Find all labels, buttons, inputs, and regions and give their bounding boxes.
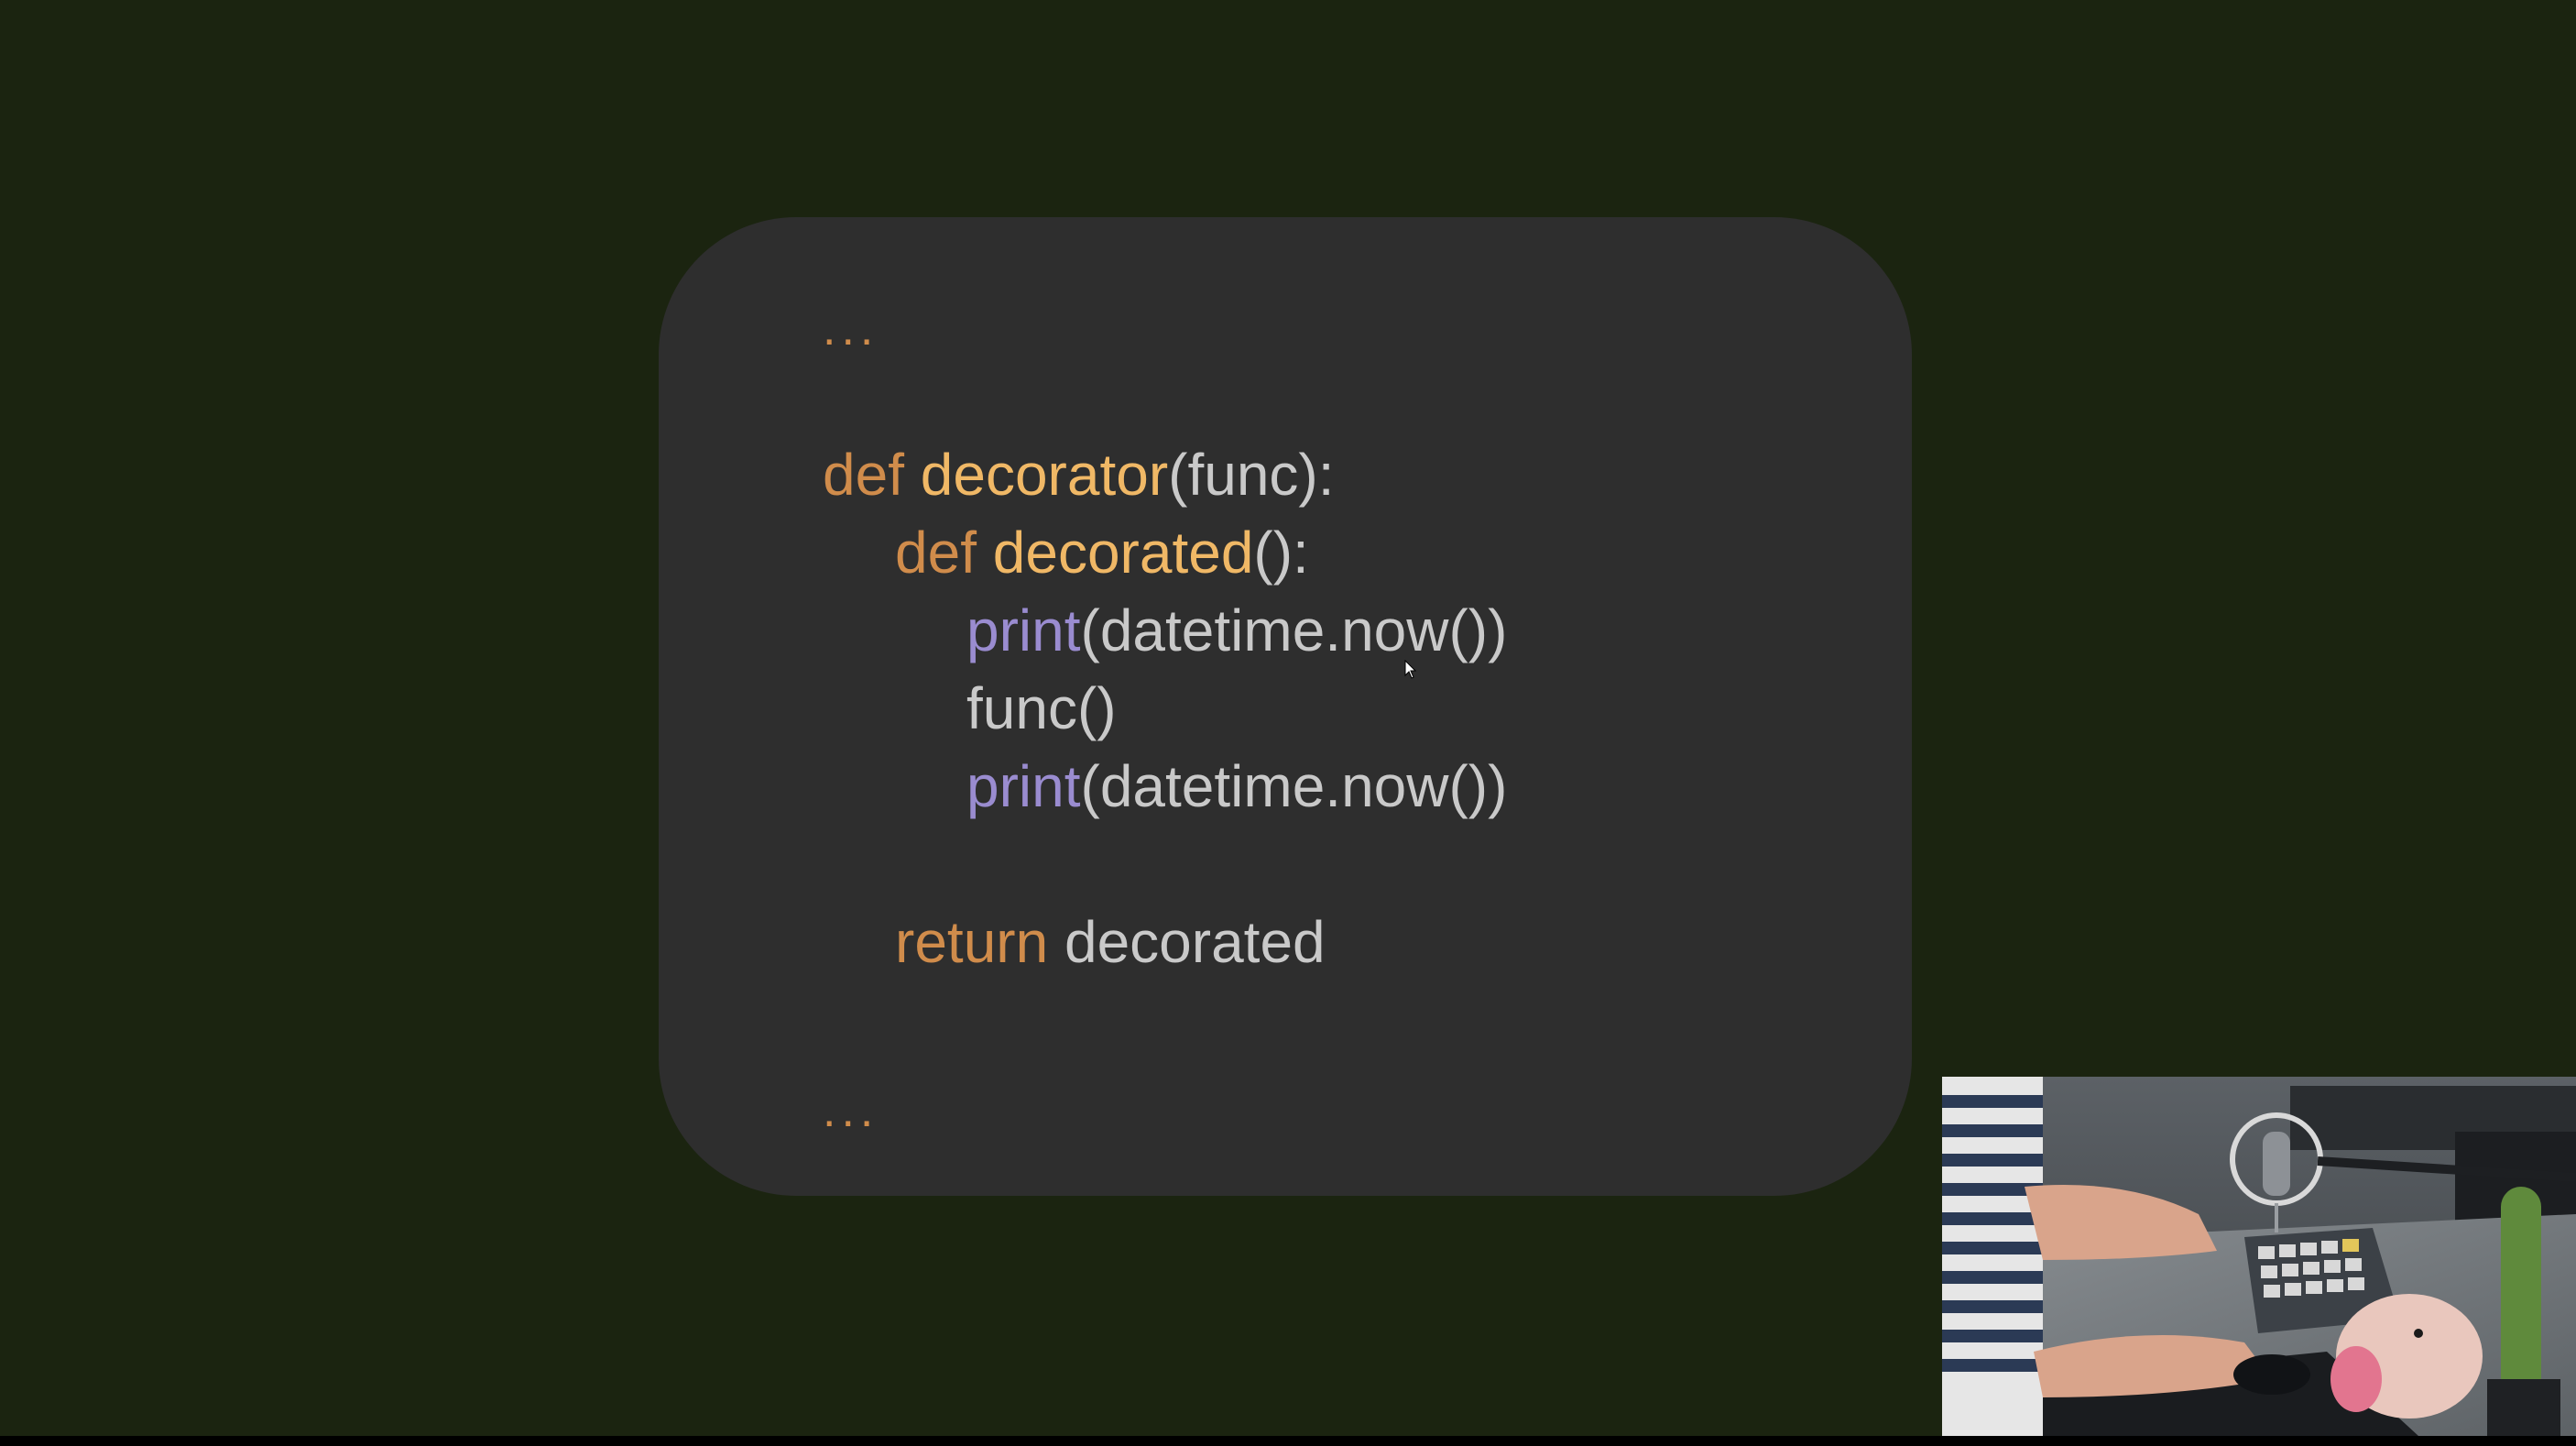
code-line-4: func() bbox=[966, 670, 1117, 747]
function-name-decorated: decorated bbox=[992, 520, 1254, 586]
builtin-print: print bbox=[966, 597, 1081, 663]
code-line-6: return decorated bbox=[895, 904, 1326, 980]
code-call-args: (datetime.now()) bbox=[1080, 753, 1508, 819]
keyword-def: def bbox=[895, 520, 977, 586]
ellipsis-top: ... bbox=[823, 302, 879, 356]
code-params: (): bbox=[1253, 520, 1309, 586]
webcam-overlay bbox=[1942, 1077, 2576, 1436]
webcam-video-frame bbox=[1942, 1077, 2576, 1436]
code-line-3: print(datetime.now()) bbox=[966, 592, 1507, 669]
code-line-2: def decorated(): bbox=[895, 514, 1309, 591]
slide-stage: ... def decorator(func): def decorated()… bbox=[0, 0, 2576, 1436]
code-call-args: (datetime.now()) bbox=[1080, 597, 1508, 663]
code-params: (func): bbox=[1168, 442, 1335, 508]
code-return-value: decorated bbox=[1048, 909, 1326, 975]
code-call: func() bbox=[966, 675, 1117, 741]
mouse-pointer-icon bbox=[1404, 660, 1417, 679]
function-name-decorator: decorator bbox=[920, 442, 1169, 508]
ellipsis-bottom: ... bbox=[823, 1084, 879, 1137]
builtin-print: print bbox=[966, 753, 1081, 819]
code-line-5: print(datetime.now()) bbox=[966, 748, 1507, 825]
keyword-def: def bbox=[823, 442, 904, 508]
keyword-return: return bbox=[895, 909, 1049, 975]
bottom-bar bbox=[0, 1436, 2576, 1446]
code-line-1: def decorator(func): bbox=[823, 436, 1335, 513]
